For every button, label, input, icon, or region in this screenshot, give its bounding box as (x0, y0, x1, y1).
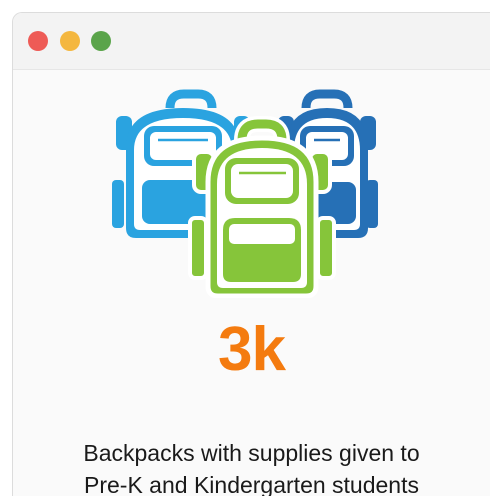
content-area: 3k Backpacks with supplies given to Pre-… (13, 70, 490, 496)
maximize-window-button[interactable] (91, 31, 111, 51)
close-window-button[interactable] (28, 31, 48, 51)
stat-caption: Backpacks with supplies given to Pre-K a… (13, 437, 490, 496)
app-window: 3k Backpacks with supplies given to Pre-… (12, 12, 490, 496)
minimize-window-button[interactable] (60, 31, 80, 51)
backpacks-illustration (112, 89, 378, 298)
caption-line-1: Backpacks with supplies given to (83, 440, 420, 466)
title-bar (13, 13, 490, 70)
caption-line-2: Pre-K and Kindergarten students (84, 472, 419, 496)
stat-value: 3k (218, 315, 286, 384)
